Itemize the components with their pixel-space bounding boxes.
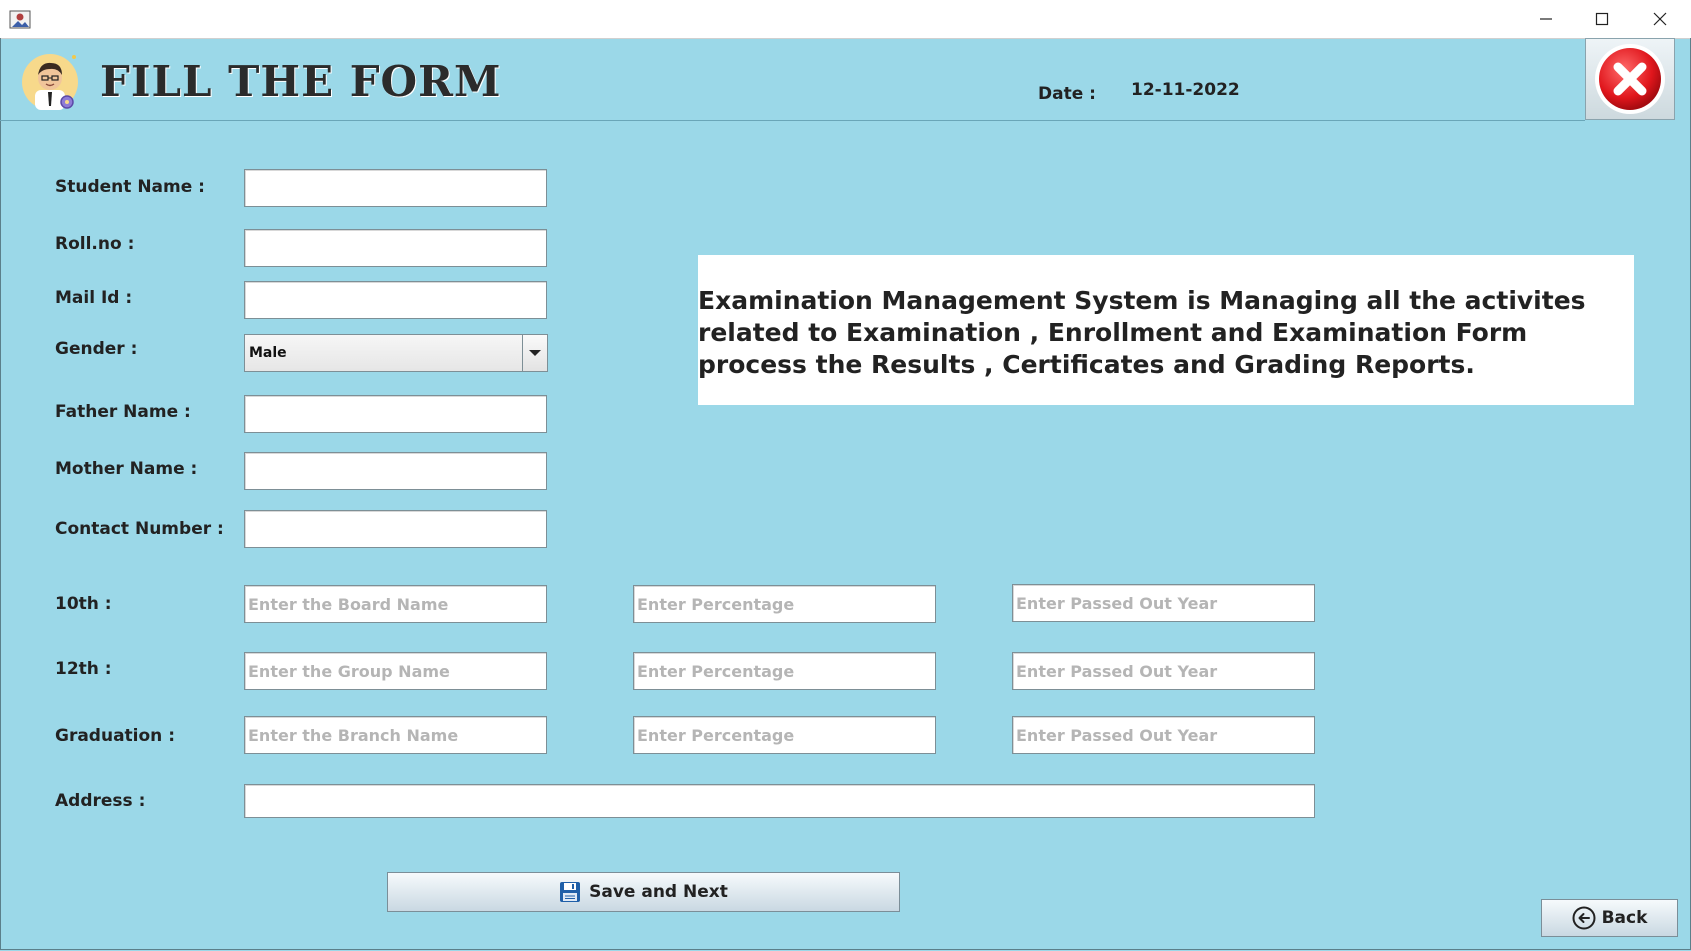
roll-no-label: Roll.no : <box>55 234 135 254</box>
window-close-button[interactable] <box>1632 0 1688 38</box>
info-panel: Examination Management System is Managin… <box>698 255 1634 405</box>
gender-label: Gender : <box>55 339 138 359</box>
maximize-icon <box>1595 12 1609 26</box>
app-icon <box>9 10 31 29</box>
twelfth-label: 12th : <box>55 659 112 679</box>
mail-id-label: Mail Id : <box>55 288 133 308</box>
graduation-label: Graduation : <box>55 726 176 746</box>
date-value: 12-11-2022 <box>1131 80 1240 100</box>
graduation-passed-out-year-input[interactable] <box>1012 716 1315 754</box>
close-circle-icon <box>1595 44 1665 114</box>
gender-selected-value: Male <box>249 345 287 361</box>
close-icon <box>1653 12 1667 26</box>
twelfth-passed-out-year-input[interactable] <box>1012 652 1315 690</box>
window-minimize-button[interactable] <box>1518 0 1574 38</box>
graduation-branch-name-input[interactable] <box>244 716 547 754</box>
father-name-input[interactable] <box>244 395 547 433</box>
mother-name-input[interactable] <box>244 452 547 490</box>
back-arrow-icon <box>1572 906 1596 930</box>
window-maximize-button[interactable] <box>1574 0 1630 38</box>
roll-no-input[interactable] <box>244 229 547 267</box>
tenth-board-name-input[interactable] <box>244 585 547 623</box>
dropdown-arrow-icon <box>529 350 541 356</box>
graduation-percentage-input[interactable] <box>633 716 936 754</box>
student-avatar-icon <box>22 54 78 110</box>
tenth-label: 10th : <box>55 594 112 614</box>
tenth-passed-out-year-input[interactable] <box>1012 584 1315 622</box>
address-label: Address : <box>55 791 146 811</box>
exit-button[interactable] <box>1585 38 1675 120</box>
twelfth-percentage-input[interactable] <box>633 652 936 690</box>
date-label: Date : <box>1038 84 1096 104</box>
page-title: FILL THE FORM <box>100 57 502 106</box>
floppy-disk-icon <box>560 882 581 902</box>
contact-number-input[interactable] <box>244 510 547 548</box>
contact-number-label: Contact Number : <box>55 519 224 539</box>
student-name-label: Student Name : <box>55 177 205 197</box>
back-button[interactable]: Back <box>1541 899 1678 937</box>
back-label: Back <box>1601 908 1648 928</box>
father-name-label: Father Name : <box>55 402 191 422</box>
gender-dropdown-button[interactable] <box>522 335 547 371</box>
save-and-next-label: Save and Next <box>589 882 728 902</box>
student-name-input[interactable] <box>244 169 547 207</box>
minimize-icon <box>1540 18 1552 20</box>
mother-name-label: Mother Name : <box>55 459 198 479</box>
mail-id-input[interactable] <box>244 281 547 319</box>
info-text: Examination Management System is Managin… <box>698 286 1586 379</box>
twelfth-group-name-input[interactable] <box>244 652 547 690</box>
window-titlebar <box>0 0 1691 39</box>
gender-select[interactable]: Male <box>244 334 548 372</box>
save-and-next-button[interactable]: Save and Next <box>387 872 900 912</box>
address-input[interactable] <box>244 784 1315 818</box>
tenth-percentage-input[interactable] <box>633 585 936 623</box>
